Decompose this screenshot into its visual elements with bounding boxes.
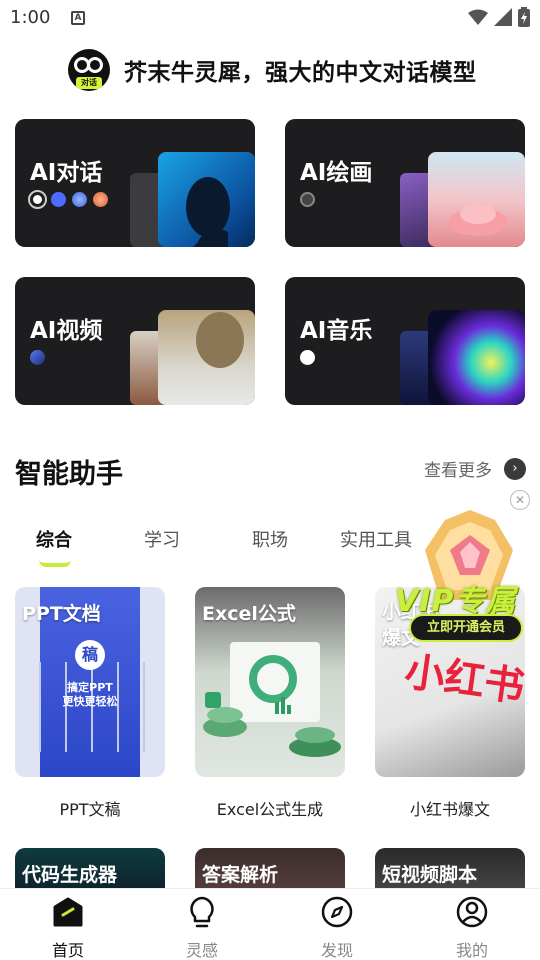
feature-title: AI绘画 — [300, 160, 373, 186]
view-more-link[interactable]: 查看更多 › — [424, 456, 526, 481]
tool-title: Excel公式 — [202, 603, 296, 625]
nav-label: 我的 — [455, 941, 488, 960]
status-time: 1:00 — [10, 7, 51, 28]
tab-general[interactable]: 综合 — [36, 526, 72, 552]
section-title: 智能助手 — [15, 459, 123, 490]
feature-card-ai-drawing[interactable]: AI绘画 — [285, 119, 525, 247]
tab-indicator — [39, 560, 71, 567]
openai-icon — [28, 190, 47, 209]
bottom-nav: 首页 灵感 发现 我的 — [0, 888, 540, 960]
app-logo: 对话 — [68, 49, 110, 91]
tool-caption: PPT文稿 — [59, 800, 121, 819]
tool-title: 答案解析 — [202, 864, 279, 886]
claude-icon — [93, 192, 108, 207]
ai-drawing-image — [428, 152, 525, 247]
status-bar: 1:00 A — [0, 0, 540, 36]
profile-icon — [456, 896, 488, 928]
ppt-badge: 稿 — [75, 640, 105, 670]
tool-title: 代码生成器 — [22, 864, 118, 886]
nav-label: 首页 — [51, 941, 84, 960]
signal-icon — [494, 8, 512, 26]
feature-card-ai-music[interactable]: AI音乐 — [285, 277, 525, 405]
feature-title: AI视频 — [30, 318, 103, 344]
compass-icon — [321, 896, 353, 928]
feature-card-ai-chat[interactable]: AI对话 — [15, 119, 255, 247]
wifi-icon — [468, 9, 488, 25]
tool-caption: 小红书爆文 — [409, 800, 490, 819]
tool-caption: Excel公式生成 — [216, 800, 324, 819]
music-icon — [300, 350, 315, 365]
draw-icon — [300, 192, 315, 207]
nav-item-discover[interactable]: 发现 — [297, 895, 377, 960]
tool-title: 短视频脚本 — [382, 864, 478, 886]
ai-video-image — [158, 310, 255, 405]
ai-music-image — [428, 310, 525, 405]
tool-title: PPT文档 — [22, 603, 101, 625]
nav-item-home[interactable]: 首页 — [28, 895, 108, 960]
feature-card-ai-video[interactable]: AI视频 — [15, 277, 255, 405]
tab-study[interactable]: 学习 — [144, 526, 180, 552]
open-membership-button[interactable]: 立即开通会员 — [409, 614, 523, 642]
tool-tile-ppt[interactable]: PPT文档 稿 搞定PPT 更快更轻松 — [15, 587, 165, 777]
chevron-right-icon: › — [504, 457, 526, 480]
nav-item-profile[interactable]: 我的 — [432, 895, 512, 960]
ai-chat-image — [158, 152, 255, 247]
gemini-icon — [72, 192, 87, 207]
logo-tag: 对话 — [76, 77, 102, 89]
close-icon[interactable]: ✕ — [510, 490, 530, 510]
nav-label: 灵感 — [185, 941, 218, 960]
tab-workplace[interactable]: 职场 — [252, 526, 288, 552]
vip-promo[interactable]: ✕ VIP专属 立即开通会员 — [395, 490, 540, 650]
video-icon — [30, 350, 45, 365]
tool-tile-excel[interactable]: Excel公式 — [195, 587, 345, 777]
feature-title: AI对话 — [30, 160, 103, 186]
nav-label: 发现 — [320, 941, 353, 960]
app-title: 芥末牛灵犀，强大的中文对话模型 — [124, 60, 477, 86]
battery-icon — [518, 7, 530, 27]
notification-icon: A — [71, 11, 85, 25]
view-more-label: 查看更多 — [424, 461, 492, 481]
home-icon — [53, 897, 83, 927]
deepseek-icon — [51, 192, 66, 207]
ppt-promo-line2: 更快更轻松 — [62, 695, 118, 708]
app-header: 对话 芥末牛灵犀，强大的中文对话模型 — [68, 48, 477, 92]
nav-item-inspiration[interactable]: 灵感 — [162, 895, 242, 960]
feature-title: AI音乐 — [300, 318, 373, 344]
lightbulb-icon — [190, 896, 214, 928]
